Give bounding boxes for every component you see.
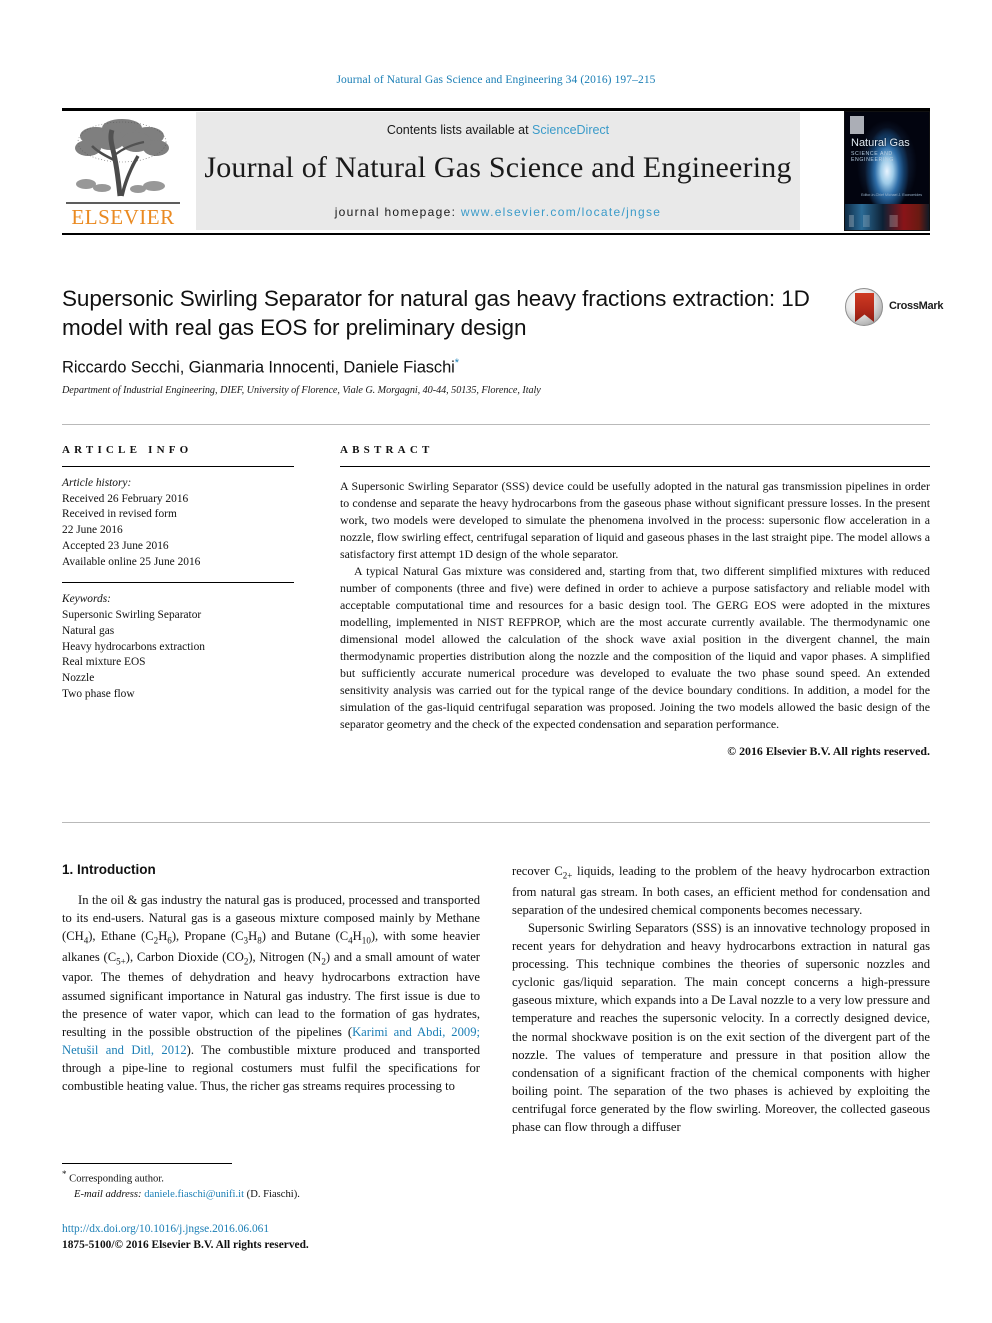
- article-history-item: Received in revised form: [62, 508, 177, 521]
- keyword-item: Real mixture EOS: [62, 656, 146, 669]
- elsevier-logo-baseline: [66, 202, 180, 204]
- article-history-label: Article history:: [62, 477, 132, 489]
- abstract-paragraph: A typical Natural Gas mixture was consid…: [340, 564, 930, 732]
- doi-block: http://dx.doi.org/10.1016/j.jngse.2016.0…: [62, 1222, 482, 1254]
- crossmark-icon: [845, 288, 883, 326]
- introduction-paragraph: recover C2+ liquids, leading to the prob…: [512, 864, 930, 917]
- email-link[interactable]: daniele.fiaschi@unifi.it: [144, 1189, 244, 1200]
- footnote-rule: [62, 1163, 232, 1164]
- body-column-right: recover C2+ liquids, leading to the prob…: [512, 862, 930, 1136]
- cover-elsevier-mark-icon: [850, 116, 864, 134]
- sciencedirect-link[interactable]: ScienceDirect: [532, 123, 609, 137]
- cover-bottom-strip: [845, 204, 929, 230]
- introduction-paragraph: Supersonic Swirling Separators (SSS) is …: [512, 920, 930, 1135]
- info-band-top-rule: [62, 424, 930, 425]
- cover-title: Natural Gas: [851, 137, 910, 149]
- author-names: Riccardo Secchi, Gianmaria Innocenti, Da…: [62, 358, 455, 377]
- article-history-group: Article history: Received 26 February 20…: [62, 476, 294, 570]
- abstract-paragraph: A Supersonic Swirling Separator (SSS) de…: [340, 479, 930, 562]
- article-history-item: Accepted 23 June 2016: [62, 539, 169, 552]
- running-head: Journal of Natural Gas Science and Engin…: [336, 74, 656, 86]
- title-block: Supersonic Swirling Separator for natura…: [62, 284, 832, 396]
- masthead-center-panel: Contents lists available at ScienceDirec…: [196, 112, 800, 230]
- paper-page: Journal of Natural Gas Science and Engin…: [0, 0, 992, 1323]
- author-list: Riccardo Secchi, Gianmaria Innocenti, Da…: [62, 357, 832, 378]
- abstract-column: ABSTRACT A Supersonic Swirling Separator…: [340, 444, 930, 759]
- article-title: Supersonic Swirling Separator for natura…: [62, 286, 810, 341]
- email-owner: (D. Fiaschi).: [246, 1188, 300, 1200]
- crossmark-badge-group[interactable]: CrossMark: [845, 288, 944, 328]
- article-info-rule: [62, 466, 294, 467]
- introduction-paragraph: In the oil & gas industry the natural ga…: [62, 891, 480, 1095]
- intro-text-part-1: In the oil & gas industry the natural ga…: [62, 893, 480, 1039]
- elsevier-wordmark: ELSEVIER: [71, 205, 175, 229]
- introduction-right-text: recover C2+ liquids, leading to the prob…: [512, 862, 930, 1136]
- elsevier-tree-icon: [75, 119, 169, 197]
- article-history-item: 22 June 2016: [62, 524, 123, 537]
- keywords-rule: [62, 582, 294, 584]
- section-heading-introduction: 1. Introduction: [62, 862, 156, 877]
- footnote-marker: *: [62, 1169, 67, 1179]
- footnote-block: * Corresponding author. E-mail address: …: [62, 1168, 482, 1202]
- keywords-label: Keywords:: [62, 593, 111, 606]
- homepage-label: journal homepage:: [334, 205, 461, 219]
- contents-available-line: Contents lists available at ScienceDirec…: [196, 123, 800, 137]
- issn-copyright-line: 1875-5100/© 2016 Elsevier B.V. All right…: [62, 1238, 309, 1251]
- keywords-group: Keywords: Supersonic Swirling Separator …: [62, 592, 294, 702]
- cover-editors: Editor-in-Chief Michael J. Economides: [861, 192, 922, 197]
- corresponding-author-label: Corresponding author.: [69, 1173, 164, 1185]
- keyword-item: Natural gas: [62, 624, 115, 637]
- keyword-item: Two phase flow: [62, 687, 135, 700]
- article-info-column: ARTICLE INFO Article history: Received 2…: [62, 444, 294, 703]
- article-history-item: Received 26 February 2016: [62, 492, 189, 505]
- body-column-left: 1. Introduction In the oil & gas industr…: [62, 862, 480, 1095]
- contents-prefix: Contents lists available at: [386, 123, 533, 137]
- crossmark-bookmark-shape: [855, 293, 874, 322]
- masthead-top-rule: [62, 108, 930, 111]
- introduction-left-text: In the oil & gas industry the natural ga…: [62, 891, 480, 1095]
- journal-masthead: ELSEVIER Contents lists available at Sci…: [62, 108, 930, 236]
- abstract-copyright: © 2016 Elsevier B.V. All rights reserved…: [727, 744, 930, 759]
- keyword-item: Heavy hydrocarbons extraction: [62, 640, 205, 653]
- affiliation: Department of Industrial Engineering, DI…: [62, 384, 541, 396]
- journal-title: Journal of Natural Gas Science and Engin…: [204, 151, 792, 184]
- corresponding-author-marker: *: [454, 357, 459, 370]
- corresponding-author-note: * Corresponding author.: [62, 1168, 482, 1187]
- elsevier-logo: ELSEVIER: [62, 114, 184, 232]
- masthead-bottom-rule: [62, 233, 930, 235]
- homepage-url-link[interactable]: www.elsevier.com/locate/jngse: [461, 205, 661, 219]
- email-label: E-mail address:: [74, 1188, 142, 1200]
- cover-subtitle: SCIENCE AND ENGINEERING: [851, 151, 894, 163]
- abstract-heading: ABSTRACT: [340, 444, 434, 456]
- abstract-rule: [340, 466, 930, 467]
- keyword-item: Nozzle: [62, 672, 95, 685]
- info-band-bottom-rule: [62, 822, 930, 823]
- article-info-heading: ARTICLE INFO: [62, 444, 193, 456]
- journal-cover-thumbnail: Natural Gas SCIENCE AND ENGINEERING Edit…: [844, 111, 930, 231]
- article-history-item: Available online 25 June 2016: [62, 555, 201, 568]
- journal-homepage-line: journal homepage: www.elsevier.com/locat…: [196, 205, 800, 219]
- keyword-item: Supersonic Swirling Separator: [62, 609, 202, 622]
- crossmark-label: CrossMark: [889, 300, 944, 312]
- body-columns: 1. Introduction In the oil & gas industr…: [62, 862, 930, 1192]
- doi-link[interactable]: http://dx.doi.org/10.1016/j.jngse.2016.0…: [62, 1222, 482, 1238]
- email-note: E-mail address: daniele.fiaschi@unifi.it…: [62, 1187, 482, 1202]
- abstract-body: A Supersonic Swirling Separator (SSS) de…: [340, 478, 930, 733]
